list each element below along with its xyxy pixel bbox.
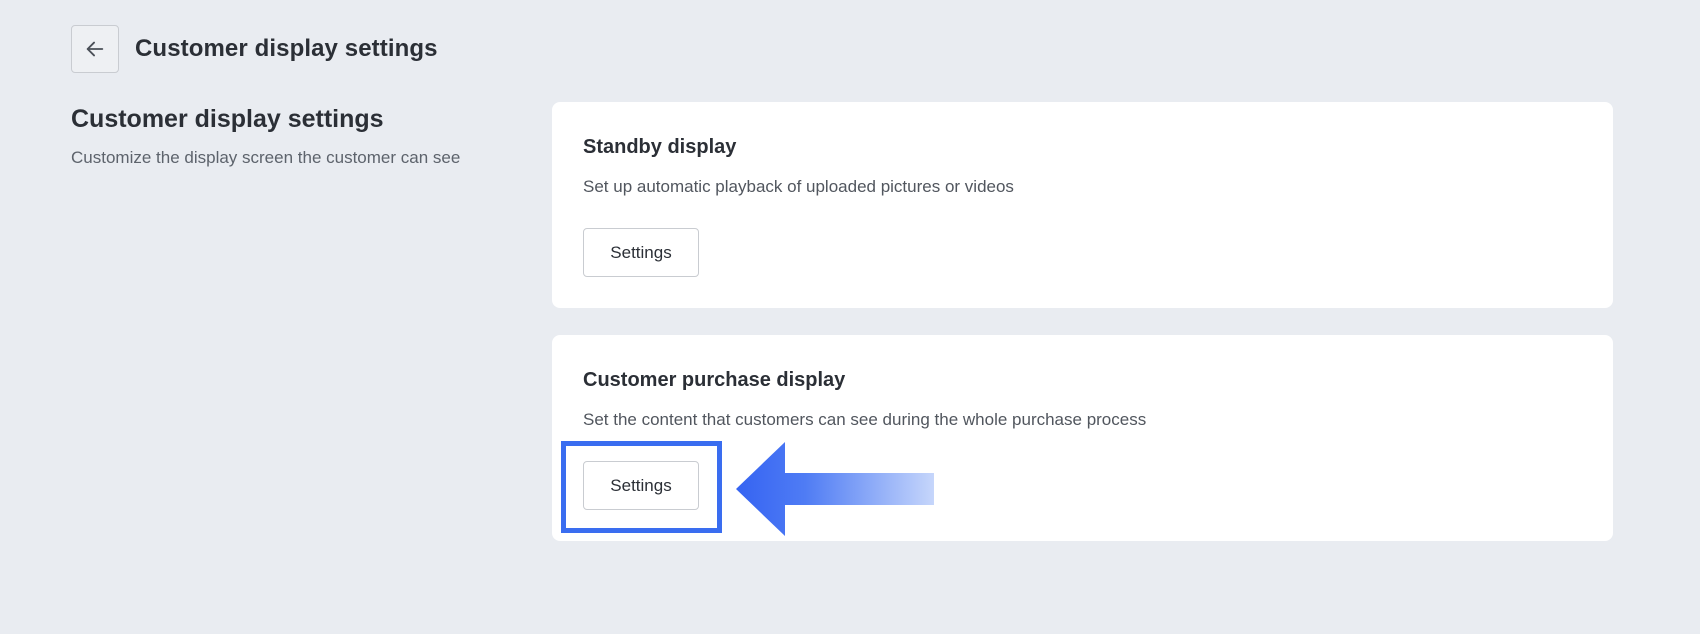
back-button[interactable] bbox=[71, 25, 119, 73]
page-header: Customer display settings bbox=[71, 25, 438, 73]
standby-display-card: Standby display Set up automatic playbac… bbox=[552, 102, 1613, 308]
card-title: Customer purchase display bbox=[583, 369, 846, 391]
card-description: Set the content that customers can see d… bbox=[583, 410, 1147, 429]
purchase-display-settings-button[interactable]: Settings bbox=[583, 461, 699, 510]
standby-settings-button[interactable]: Settings bbox=[583, 228, 699, 277]
page-title: Customer display settings bbox=[135, 35, 438, 62]
customer-purchase-display-card: Customer purchase display Set the conten… bbox=[552, 335, 1613, 541]
section-info: Customer display settings Customize the … bbox=[71, 105, 531, 168]
card-description: Set up automatic playback of uploaded pi… bbox=[583, 177, 1014, 196]
card-title: Standby display bbox=[583, 136, 737, 158]
section-description: Customize the display screen the custome… bbox=[71, 148, 461, 167]
customer-display-settings-page: Customer display settings Customer displ… bbox=[0, 0, 1700, 634]
section-title: Customer display settings bbox=[71, 105, 384, 133]
arrow-left-icon bbox=[86, 41, 104, 57]
